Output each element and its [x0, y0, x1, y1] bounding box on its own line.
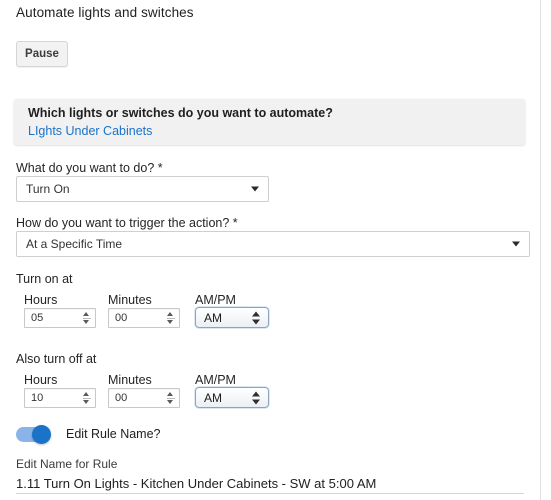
stepper-up-icon[interactable] — [167, 312, 173, 316]
turn-off-group-label: Also turn off at — [16, 352, 97, 366]
action-select-value: Turn On — [26, 182, 70, 196]
trigger-field-label: How do you want to trigger the action? * — [16, 216, 238, 230]
turn-off-ampm-select[interactable]: AM — [195, 387, 269, 408]
edit-rule-name-toggle[interactable] — [16, 425, 51, 444]
stepper-up-icon[interactable] — [83, 312, 89, 316]
stepper-down-icon[interactable] — [83, 400, 89, 404]
stepper-down-icon[interactable] — [83, 320, 89, 324]
turn-on-hours-input[interactable]: 05 — [24, 308, 96, 328]
turn-off-ampm-label: AM/PM — [195, 373, 236, 387]
edit-rule-name-label: Edit Rule Name? — [66, 427, 161, 441]
toggle-knob — [32, 425, 51, 444]
device-selection-question: Which lights or switches do you want to … — [28, 106, 333, 120]
turn-off-ampm-value: AM — [204, 390, 222, 405]
stepper-down-icon[interactable] — [167, 400, 173, 404]
action-select[interactable]: Turn On — [16, 176, 269, 202]
stepper-up-icon[interactable] — [167, 392, 173, 396]
device-selection-link[interactable]: LIghts Under Cabinets — [28, 124, 152, 138]
turn-on-minutes-stepper[interactable] — [167, 311, 175, 325]
trigger-select[interactable]: At a Specific Time — [16, 231, 530, 257]
page-content: Automate lights and switches Pause Which… — [0, 0, 540, 500]
turn-off-minutes-input[interactable]: 00 — [108, 388, 180, 408]
turn-off-minutes-label: Minutes — [108, 373, 152, 387]
chevron-down-icon — [251, 186, 259, 192]
turn-off-hours-stepper[interactable] — [83, 391, 91, 405]
turn-off-minutes-value: 00 — [115, 392, 128, 404]
rule-name-field-label: Edit Name for Rule — [16, 457, 118, 471]
rule-name-input[interactable] — [16, 473, 524, 494]
turn-on-ampm-select[interactable]: AM — [195, 307, 269, 328]
page-right-divider — [540, 0, 541, 500]
chevron-up-down-icon — [252, 310, 261, 325]
turn-on-minutes-value: 00 — [115, 312, 128, 324]
stepper-divider — [167, 317, 175, 319]
stepper-up-icon[interactable] — [83, 392, 89, 396]
turn-off-hours-value: 10 — [31, 392, 44, 404]
stepper-divider — [83, 317, 91, 319]
turn-off-minutes-stepper[interactable] — [167, 391, 175, 405]
turn-on-ampm-label: AM/PM — [195, 293, 236, 307]
stepper-divider — [83, 397, 91, 399]
action-field-label: What do you want to do? * — [16, 161, 163, 175]
stepper-down-icon[interactable] — [167, 320, 173, 324]
turn-off-hours-label: Hours — [24, 373, 58, 387]
turn-off-hours-input[interactable]: 10 — [24, 388, 96, 408]
automation-rule-page: Automate lights and switches Pause Which… — [0, 0, 551, 500]
turn-on-hours-stepper[interactable] — [83, 311, 91, 325]
turn-on-group-label: Turn on at — [16, 272, 73, 286]
pause-button[interactable]: Pause — [16, 41, 68, 67]
turn-on-hours-label: Hours — [24, 293, 58, 307]
turn-on-hours-value: 05 — [31, 312, 44, 324]
turn-on-minutes-label: Minutes — [108, 293, 152, 307]
turn-on-minutes-input[interactable]: 00 — [108, 308, 180, 328]
turn-on-ampm-value: AM — [204, 310, 222, 325]
device-selection-card: Which lights or switches do you want to … — [14, 99, 525, 145]
chevron-up-down-icon — [252, 390, 261, 405]
chevron-down-icon — [512, 241, 520, 247]
stepper-divider — [167, 397, 175, 399]
page-title: Automate lights and switches — [16, 5, 194, 20]
trigger-select-value: At a Specific Time — [26, 237, 123, 251]
